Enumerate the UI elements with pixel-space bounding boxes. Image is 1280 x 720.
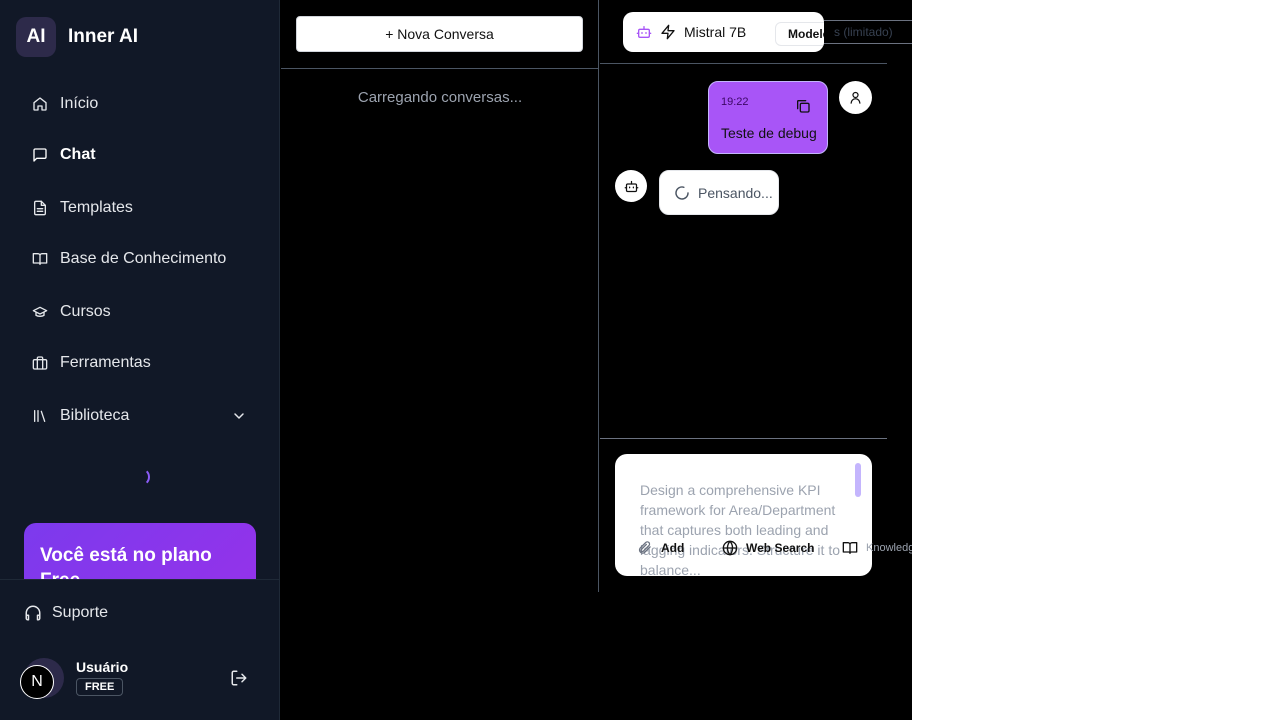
sidebar-item-templates[interactable]: Templates: [31, 194, 133, 222]
library-icon: [31, 407, 49, 425]
sidebar-item-base-de-conhecimento[interactable]: Base de Conhecimento: [31, 245, 226, 273]
home-icon: [31, 95, 49, 113]
chat-header-divider: [600, 63, 887, 64]
conversations-divider: [281, 68, 599, 69]
thinking-indicator: Pensando...: [659, 170, 779, 215]
sidebar-item-biblioteca[interactable]: Biblioteca: [31, 402, 129, 430]
globe-icon: [722, 540, 738, 556]
sidebar-item-label: Biblioteca: [60, 407, 130, 424]
sidebar-item-inicio[interactable]: Início: [31, 90, 98, 118]
user-message-bubble: 19:22 Teste de debug: [708, 81, 828, 154]
chat-panel: s (limitado) Mistral 7B Modelos Rápidos …: [600, 0, 912, 592]
brand[interactable]: AI Inner AI: [16, 17, 138, 57]
loader-icon: [674, 185, 690, 201]
sidebar-item-ferramentas[interactable]: Ferramentas: [31, 349, 151, 377]
new-conversation-button[interactable]: + Nova Conversa: [296, 16, 583, 52]
message-input[interactable]: Design a comprehensive KPI framework for…: [640, 480, 850, 576]
book-open-icon: [842, 540, 858, 556]
avatar[interactable]: N: [20, 665, 54, 699]
composer-scrollbar[interactable]: [855, 463, 861, 497]
copy-icon[interactable]: [795, 98, 811, 114]
thinking-text: Pensando...: [698, 184, 773, 201]
bot-icon: [636, 24, 652, 40]
sidebar-item-label: Chat: [60, 146, 96, 163]
model-selector[interactable]: Mistral 7B Modelos Rápidos: [623, 12, 824, 52]
briefcase-icon: [31, 354, 49, 372]
model-name: Mistral 7B: [684, 24, 747, 40]
models-tag-overflow: s (limitado): [824, 20, 912, 44]
user-avatar-icon: [839, 81, 872, 114]
logout-icon[interactable]: [230, 669, 248, 687]
support-label: Suporte: [52, 604, 109, 621]
web-search-label: Web Search: [746, 541, 815, 555]
knowledge-label: Knowledge: [866, 542, 912, 554]
sidebar-item-label: Início: [60, 95, 99, 112]
support-link[interactable]: Suporte: [24, 604, 108, 622]
plan-upgrade-card[interactable]: Você está no plano Free: [24, 523, 256, 579]
knowledge-button[interactable]: Knowledge: [842, 538, 912, 558]
add-label: Add: [661, 541, 685, 555]
file-icon: [31, 199, 49, 217]
plan-badge: FREE: [76, 678, 124, 696]
composer-divider: [600, 438, 887, 439]
app-window: AI Inner AI Início Chat Templates Base d…: [0, 0, 912, 720]
loading-spinner: [132, 468, 150, 486]
conversations-panel: + Nova Conversa Carregando conversas...: [281, 0, 599, 592]
sidebar: AI Inner AI Início Chat Templates Base d…: [0, 0, 280, 720]
sidebar-item-label: Cursos: [60, 303, 111, 320]
headphones-icon: [24, 604, 42, 622]
add-attachment-button[interactable]: Add: [637, 538, 684, 558]
brand-name: Inner AI: [68, 26, 139, 47]
book-icon: [31, 250, 49, 268]
assistant-avatar-icon: [615, 170, 647, 202]
web-search-button[interactable]: Web Search: [722, 538, 814, 558]
sidebar-item-label: Base de Conhecimento: [60, 250, 227, 267]
message-text: Teste de debug: [721, 125, 817, 141]
graduation-cap-icon: [31, 303, 49, 321]
chevron-down-icon[interactable]: [231, 408, 247, 424]
message-time: 19:22: [721, 96, 749, 108]
user-name: Usuário: [76, 659, 129, 675]
sidebar-item-chat[interactable]: Chat: [31, 141, 96, 169]
bolt-icon: [660, 24, 676, 40]
paperclip-icon: [637, 540, 653, 556]
message-icon: [31, 146, 49, 164]
conversations-loading-text: Carregando conversas...: [357, 89, 523, 106]
models-category-tag: Modelos Rápidos: [775, 22, 824, 46]
sidebar-item-label: Ferramentas: [60, 354, 151, 371]
plan-card-text: Você está no plano Free: [40, 545, 212, 579]
sidebar-item-cursos[interactable]: Cursos: [31, 298, 111, 326]
sidebar-divider: [0, 579, 280, 580]
brand-logo: AI: [16, 17, 56, 57]
sidebar-item-label: Templates: [60, 199, 133, 216]
